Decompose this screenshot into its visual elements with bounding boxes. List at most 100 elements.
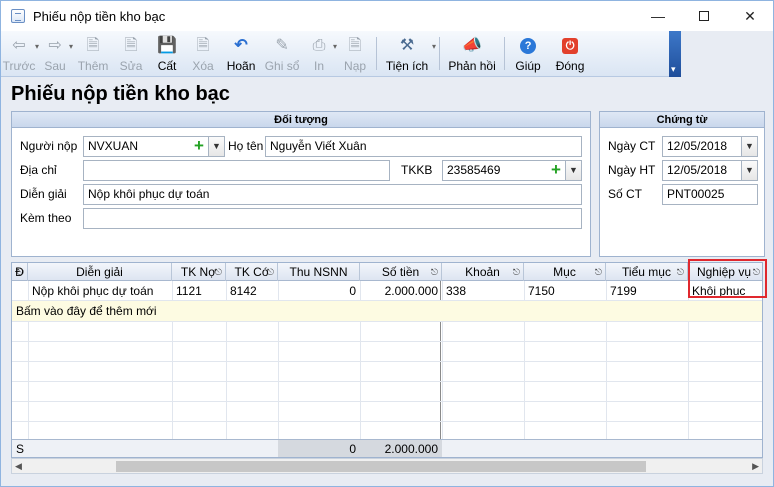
date-ht-value: 12/05/2018 (667, 163, 728, 177)
power-icon: ⏻ (562, 36, 579, 56)
chevron-down-icon[interactable]: ▾ (432, 42, 436, 51)
forward-button[interactable]: ⇨ Sau (39, 31, 71, 77)
cell-tk-no[interactable]: 1121 (172, 281, 226, 301)
toolbar: ⇦ Trước ▾ ⇨ Sau ▾ 🗎 Thêm 🗎 Sửa 💾 Cất 🗎 X… (1, 31, 681, 77)
close-window-button[interactable]: ✕ (727, 1, 773, 31)
tkkb-combo[interactable]: 23585469 + ▼ (442, 160, 582, 181)
pin-icon[interactable]: ⎋ (267, 263, 274, 281)
minimize-icon: — (651, 8, 665, 24)
column-header[interactable]: Số tiền ⎋ (360, 263, 442, 281)
cell-thu-nsnn[interactable]: 0 (278, 281, 360, 301)
column-header-label: Tiểu mục (622, 265, 671, 279)
document-icon (11, 9, 25, 23)
minimize-button[interactable]: — (635, 1, 681, 31)
scroll-left-icon[interactable]: ◀ (15, 459, 22, 473)
megaphone-icon: 📣 (462, 36, 483, 54)
pin-icon[interactable]: ⎋ (677, 263, 684, 281)
name-field[interactable]: Nguyễn Viết Xuân (265, 136, 582, 157)
cell-amount[interactable]: 2.000.000 (360, 281, 442, 301)
cell-khoan[interactable]: 338 (442, 281, 524, 301)
column-header[interactable]: Tiểu mục ⎋ (606, 263, 688, 281)
scroll-right-icon[interactable]: ▶ (752, 459, 759, 473)
date-ht-label: Ngày HT (608, 163, 656, 177)
voucher-number-field[interactable]: PNT00025 (662, 184, 758, 205)
feedback-button[interactable]: 📣 Phản hồi (443, 31, 501, 77)
pin-icon[interactable]: ⎋ (215, 263, 222, 281)
description-field[interactable]: Nộp khôi phục dự toán (83, 184, 582, 205)
payer-value: NVXUAN (88, 139, 139, 153)
column-header[interactable]: TK Nợ ⎋ (172, 263, 226, 281)
edit-button[interactable]: 🗎 Sửa (113, 31, 149, 77)
column-header-label: TK Nợ (180, 265, 217, 279)
column-header[interactable]: Thu NSNN (278, 263, 360, 281)
detail-grid[interactable]: Đ ⎋ Diễn giải TK Nợ ⎋ TK Có ⎋ Thu NSNN S… (11, 262, 763, 458)
maximize-button[interactable] (681, 1, 727, 31)
name-value: Nguyễn Viết Xuân (270, 139, 367, 153)
title-bar: Phiếu nộp tiền kho bạc — ✕ (1, 1, 773, 31)
unpost-button[interactable]: 🗎 Nạp (337, 31, 373, 77)
print-button[interactable]: ⎙ In (303, 31, 335, 77)
column-header-label: Mục (553, 265, 576, 279)
post-button[interactable]: ✎ Ghi sổ (261, 31, 303, 77)
cell-tk-co[interactable]: 8142 (226, 281, 278, 301)
pencil-icon: ✎ (275, 36, 289, 54)
attachment-label: Kèm theo (20, 211, 72, 225)
chevron-down-icon[interactable]: ▼ (208, 137, 224, 156)
name-label: Họ tên (228, 139, 264, 153)
cell-tieu-muc[interactable]: 7199 (606, 281, 688, 301)
help-button[interactable]: ? Giúp (508, 31, 548, 77)
delete-button[interactable]: 🗎 Xóa (185, 31, 221, 77)
save-button[interactable]: 💾 Cất (149, 31, 185, 77)
column-header[interactable]: Diễn giải (28, 263, 172, 281)
back-button[interactable]: ⇦ Trước (1, 31, 37, 77)
address-field[interactable] (83, 160, 390, 181)
new-document-icon: 🗎 (86, 36, 100, 54)
pin-icon[interactable]: ⎋ (431, 263, 438, 281)
description-label: Diễn giải (20, 187, 67, 201)
description-value: Nộp khôi phục dự toán (88, 187, 210, 201)
pin-icon[interactable]: ⎋ (513, 263, 520, 281)
scrollbar-thumb[interactable] (116, 461, 646, 472)
add-payer-button[interactable]: + (191, 137, 207, 156)
column-header[interactable]: Khoản ⎋ (442, 263, 524, 281)
add-new-row[interactable]: Bấm vào đây để thêm mới (12, 301, 762, 321)
document-stamp-icon: 🗎 (348, 36, 362, 54)
payer-combo[interactable]: NVXUAN + ▼ (83, 136, 225, 157)
close-button[interactable]: ⏻ Đóng (548, 31, 592, 77)
delete-document-icon: 🗎 (196, 36, 210, 54)
printer-icon: ⎙ (312, 36, 326, 54)
column-header-label: Số tiền (381, 265, 420, 279)
add-button[interactable]: 🗎 Thêm (73, 31, 113, 77)
date-ht-picker[interactable]: 12/05/2018 ▼ (662, 160, 758, 181)
toolbar-options-handle[interactable] (669, 31, 681, 77)
column-header[interactable]: Mục ⎋ (524, 263, 606, 281)
column-header[interactable]: TK Có ⎋ (226, 263, 278, 281)
cell-description[interactable]: Nộp khôi phục dự toán (28, 281, 172, 301)
tools-icon: ⚒ (399, 36, 415, 54)
chevron-down-icon[interactable]: ▼ (565, 161, 581, 180)
voucher-panel: Chứng từ Ngày CT 12/05/2018 ▼ Ngày HT 12… (599, 111, 765, 257)
column-header[interactable]: Đ ⎋ (12, 263, 28, 281)
attachment-field[interactable] (83, 208, 582, 229)
grid-line (12, 421, 762, 422)
grid-line (12, 381, 762, 382)
add-new-row-hint: Bấm vào đây để thêm mới (16, 304, 157, 318)
edit-document-icon: 🗎 (124, 36, 138, 54)
chevron-down-icon[interactable]: ▼ (741, 161, 757, 180)
date-ct-label: Ngày CT (608, 139, 656, 153)
utilities-button[interactable]: ⚒ Tiện ích (380, 31, 434, 77)
undo-button[interactable]: ↶ Hoãn (221, 31, 261, 77)
cell-muc[interactable]: 7150 (524, 281, 606, 301)
chevron-down-icon[interactable]: ▼ (741, 137, 757, 156)
horizontal-scrollbar[interactable]: ◀ ▶ (11, 458, 763, 474)
arrow-left-icon: ⇦ (12, 36, 26, 54)
column-header-label: Khoản (465, 265, 500, 279)
pin-icon[interactable]: ⎋ (17, 263, 24, 281)
voucher-number-value: PNT00025 (667, 187, 725, 201)
toolbar-separator (504, 37, 506, 70)
pin-icon[interactable]: ⎋ (595, 263, 602, 281)
grid-line (12, 361, 762, 362)
arrow-right-icon: ⇨ (48, 36, 62, 54)
date-ct-picker[interactable]: 12/05/2018 ▼ (662, 136, 758, 157)
add-tkkb-button[interactable]: + (548, 161, 564, 180)
